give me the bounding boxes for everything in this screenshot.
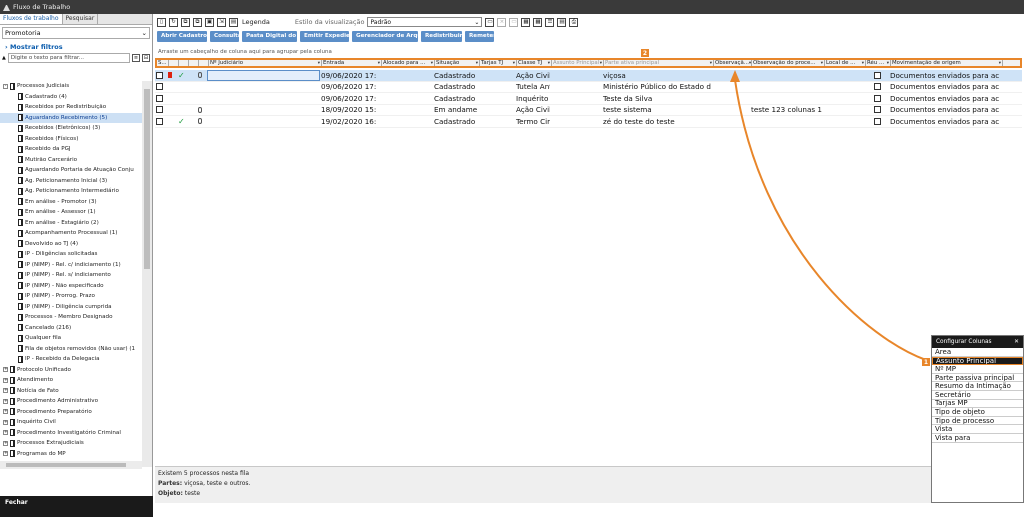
column-option[interactable]: Vista [932, 425, 1023, 434]
column-option[interactable]: Assunto Principal [932, 356, 1023, 366]
column-option[interactable]: Secretário [932, 391, 1023, 400]
marker-1: 1 [922, 358, 930, 366]
column-option[interactable]: Parte passiva principal [932, 374, 1023, 383]
column-option[interactable]: Tipo de objeto [932, 408, 1023, 417]
column-option[interactable]: Tarjas MP [932, 400, 1023, 409]
popup-title: Configurar Colunas [936, 339, 992, 345]
column-option[interactable]: Nº MP [932, 365, 1023, 374]
configure-columns-popup: Configurar Colunas ✕ Área Assunto Princip… [931, 335, 1024, 503]
column-option[interactable]: Tipo de processo [932, 417, 1023, 426]
popup-header: Configurar Colunas ✕ [932, 336, 1023, 348]
column-option[interactable]: Área [932, 348, 1023, 357]
marker-2: 2 [641, 49, 649, 57]
annotation-arrow [730, 70, 927, 361]
column-option[interactable]: Resumo da Intimação [932, 382, 1023, 391]
close-icon[interactable]: ✕ [1014, 339, 1019, 345]
column-option[interactable]: Vista para [932, 434, 1023, 443]
